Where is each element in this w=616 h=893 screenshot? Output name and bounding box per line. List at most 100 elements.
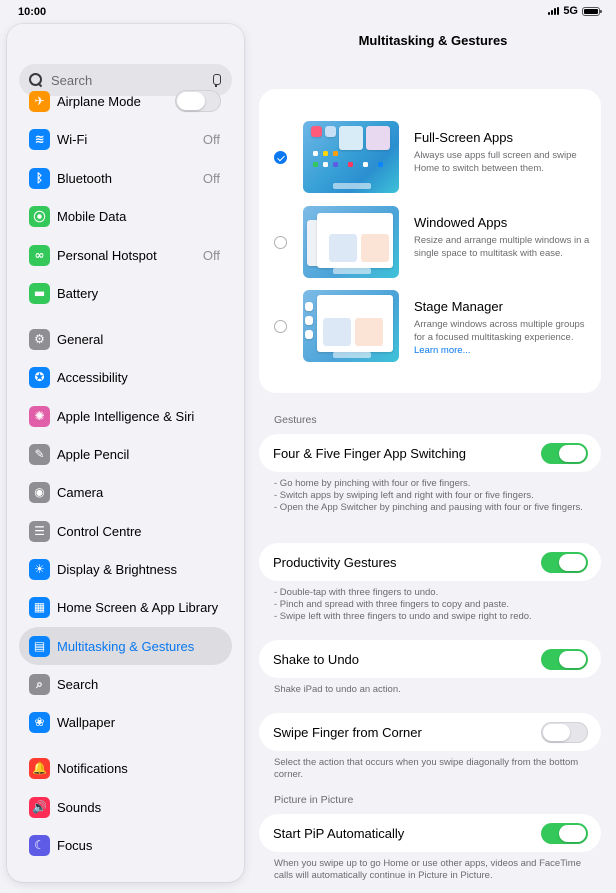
radio-button[interactable]: [274, 236, 287, 249]
airplane-icon: ✈: [29, 90, 50, 112]
mode-title: Full-Screen Apps: [414, 130, 513, 145]
camera-icon: ◉: [29, 481, 50, 503]
sidebar-item-home-screen-app-library[interactable]: ▦ Home Screen & App Library: [19, 588, 232, 626]
footnote-line: - Open the App Switcher by pinching and …: [274, 502, 583, 513]
page-title: Multitasking & Gestures: [358, 33, 508, 48]
start-pip-toggle[interactable]: [541, 822, 588, 844]
windowed-apps-preview-image: [303, 206, 399, 278]
notifications-icon: 🔔: [29, 757, 50, 779]
status-bar: 10:00 5G: [0, 0, 616, 22]
sidebar-item-personal-hotspot[interactable]: ∞ Personal Hotspot Off: [19, 236, 232, 274]
gestures-section-header: Gestures: [274, 414, 317, 426]
radio-button[interactable]: [274, 320, 287, 333]
network-type: 5G: [563, 5, 578, 17]
setting-toggle[interactable]: [541, 721, 588, 743]
setting-row-productivity-gestures: Productivity Gestures: [259, 543, 601, 581]
sidebar-item-search[interactable]: ⌕ Search: [19, 665, 232, 703]
mode-title: Stage Manager: [414, 299, 503, 314]
setting-label: Swipe Finger from Corner: [273, 724, 422, 740]
multitasking-mode-card: Full-Screen Apps Always use apps full sc…: [259, 89, 601, 393]
sidebar-item-value: Off: [202, 247, 220, 263]
full-screen-preview-image: [303, 121, 399, 193]
sidebar-item-label: Multitasking & Gestures: [57, 638, 195, 654]
learn-more-link[interactable]: Learn more...: [414, 345, 471, 356]
mode-description: Always use apps full screen and swipe Ho…: [414, 150, 577, 174]
sidebar-item-label: Search: [57, 676, 99, 692]
sidebar-item-wallpaper[interactable]: ❀ Wallpaper: [19, 703, 232, 741]
setting-label: Shake to Undo: [273, 651, 360, 667]
sidebar-item-value: Off: [202, 131, 220, 147]
airplane-mode-toggle[interactable]: [175, 90, 221, 112]
sidebar-item-sounds[interactable]: 🔊 Sounds: [19, 788, 232, 826]
status-indicators: 5G: [548, 5, 602, 17]
sidebar-item-apple-intelligence-siri[interactable]: ✺ Apple Intelligence & Siri: [19, 397, 232, 435]
sidebar-item-label: General: [57, 331, 104, 347]
setting-toggle[interactable]: [541, 551, 588, 573]
focus-icon: ☾: [29, 834, 50, 856]
stage-manager-preview-image: [303, 290, 399, 362]
wifi-icon: ≋: [29, 128, 50, 150]
mode-option-full-screen[interactable]: Full-Screen Apps Always use apps full sc…: [259, 120, 601, 194]
sidebar-item-notifications[interactable]: 🔔 Notifications: [19, 749, 232, 787]
setting-label: Four & Five Finger App Switching: [273, 445, 466, 461]
setting-footnote: Shake iPad to undo an action.: [274, 684, 594, 696]
pip-footnote: When you swipe up to go Home or use othe…: [274, 858, 581, 881]
setting-row-swipe-finger-from-corner: Swipe Finger from Corner: [259, 713, 601, 751]
mode-description: Resize and arrange multiple windows in a…: [414, 235, 590, 259]
sidebar-item-label: Battery: [57, 285, 99, 301]
checkmark-icon[interactable]: [274, 151, 287, 164]
sidebar-item-display-brightness[interactable]: ☀ Display & Brightness: [19, 550, 232, 588]
sidebar-item-camera[interactable]: ◉ Camera: [19, 473, 232, 511]
sidebar-item-label: Home Screen & App Library: [57, 599, 219, 615]
accessibility-icon: ✪: [29, 366, 50, 388]
antenna-icon: ⦿: [29, 205, 50, 227]
sidebar-item-label: Apple Intelligence & Siri: [57, 408, 195, 424]
footnote-line: Select the action that occurs when you s…: [274, 757, 579, 780]
mode-option-stage-manager[interactable]: Stage Manager Arrange windows across mul…: [259, 289, 601, 363]
sidebar-item-label: Notifications: [57, 760, 128, 776]
footnote-line: - Go home by pinching with four or five …: [274, 478, 471, 489]
sidebar-item-general[interactable]: ⚙ General: [19, 320, 232, 358]
sidebar-item-airplane-mode[interactable]: ✈ Airplane Mode: [19, 82, 232, 120]
setting-label: Start PiP Automatically: [273, 825, 405, 841]
home-screen-icon: ▦: [29, 596, 50, 618]
siri-icon: ✺: [29, 405, 50, 427]
setting-row-start-pip: Start PiP Automatically: [259, 814, 601, 852]
sidebar-item-multitasking-gestures[interactable]: ▤ Multitasking & Gestures: [19, 627, 232, 665]
sidebar-item-accessibility[interactable]: ✪ Accessibility: [19, 358, 232, 396]
setting-row-shake-to-undo: Shake to Undo: [259, 640, 601, 678]
sidebar-item-focus[interactable]: ☾ Focus: [19, 826, 232, 864]
brightness-icon: ☀: [29, 558, 50, 580]
sounds-icon: 🔊: [29, 796, 50, 818]
sidebar-item-mobile-data[interactable]: ⦿ Mobile Data: [19, 197, 232, 235]
hotspot-icon: ∞: [29, 244, 50, 266]
sidebar-item-bluetooth[interactable]: ᛒ Bluetooth Off: [19, 159, 232, 197]
setting-footnote: Select the action that occurs when you s…: [274, 757, 594, 781]
pip-section-header: Picture in Picture: [274, 794, 354, 806]
setting-row-four-five-finger-app-switching: Four & Five Finger App Switching: [259, 434, 601, 472]
setting-footnote: - Double-tap with three fingers to undo.…: [274, 587, 594, 623]
gear-icon: ⚙: [29, 328, 50, 350]
sidebar-item-wi-fi[interactable]: ≋ Wi-Fi Off: [19, 120, 232, 158]
sidebar-item-label: Mobile Data: [57, 208, 127, 224]
footnote-line: - Switch apps by swiping left and right …: [274, 490, 534, 501]
control-centre-icon: ☰: [29, 520, 50, 542]
setting-toggle[interactable]: [541, 442, 588, 464]
footnote-line: - Swipe left with three fingers to undo …: [274, 611, 532, 622]
pencil-icon: ✎: [29, 443, 50, 465]
footnote-line: - Pinch and spread with three fingers to…: [274, 599, 509, 610]
footnote-line: - Double-tap with three fingers to undo.: [274, 587, 439, 598]
sidebar-item-label: Wi-Fi: [57, 131, 88, 147]
sidebar-item-label: Accessibility: [57, 369, 128, 385]
setting-toggle[interactable]: [541, 648, 588, 670]
sidebar-item-label: Camera: [57, 484, 104, 500]
sidebar-item-value: Off: [202, 170, 220, 186]
cellular-signal-icon: [548, 7, 560, 15]
mode-description-text: Arrange windows across multiple groups f…: [414, 319, 585, 343]
sidebar-item-battery[interactable]: ▬ Battery: [19, 274, 232, 312]
setting-footnote: - Go home by pinching with four or five …: [274, 478, 594, 514]
sidebar-item-apple-pencil[interactable]: ✎ Apple Pencil: [19, 435, 232, 473]
sidebar-item-control-centre[interactable]: ☰ Control Centre: [19, 512, 232, 550]
mode-option-windowed[interactable]: Windowed Apps Resize and arrange multipl…: [259, 205, 601, 279]
mode-description: Arrange windows across multiple groups f…: [414, 318, 592, 357]
